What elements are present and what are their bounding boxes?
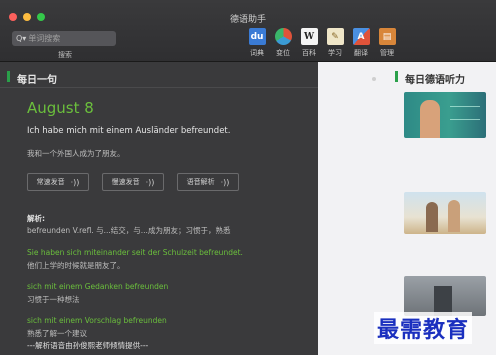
credit-text: ---解析语音由孙俊熙老师倾情提供--- bbox=[27, 341, 149, 350]
search-input[interactable]: Q▾ 单词搜索 bbox=[12, 31, 116, 46]
study-icon: ✎ bbox=[326, 28, 344, 45]
section-marker bbox=[395, 71, 398, 82]
button-label: 常速发音 bbox=[36, 178, 65, 186]
daily-section-title: 每日一句 bbox=[17, 75, 57, 86]
sound-icon: ·)) bbox=[145, 177, 155, 187]
listening-thumbnail[interactable] bbox=[404, 276, 486, 316]
button-label: 慢速发音 bbox=[111, 178, 140, 186]
conjugation-icon bbox=[274, 28, 292, 45]
person-figure bbox=[426, 202, 438, 232]
sentence-german: Ich habe mich mit einem Ausländer befreu… bbox=[27, 126, 231, 136]
toolbar-manage-button[interactable]: ▤ 管理 bbox=[375, 28, 399, 58]
person-figure bbox=[448, 200, 460, 232]
search-placeholder: 单词搜索 bbox=[28, 34, 61, 43]
toolbar-wiki-button[interactable]: W 百科 bbox=[297, 28, 321, 58]
toolbar-label: 学习 bbox=[328, 49, 342, 57]
watermark-logo: 最需教育 bbox=[374, 312, 473, 344]
toolbar-translate-button[interactable]: A 翻译 bbox=[349, 28, 373, 58]
window-title: 德语助手 bbox=[229, 15, 266, 25]
example-chinese: 熟悉了解一个建议 bbox=[27, 329, 87, 338]
normal-speed-audio-button[interactable]: 常速发音 ·)) bbox=[27, 173, 89, 191]
toolbar-label: 词典 bbox=[250, 49, 264, 57]
listening-thumbnail[interactable] bbox=[404, 92, 486, 138]
search-icon: Q▾ bbox=[16, 34, 27, 43]
sound-icon: ·)) bbox=[70, 177, 80, 187]
manage-icon: ▤ bbox=[378, 28, 396, 45]
toolbar-label: 百科 bbox=[302, 49, 316, 57]
analysis-text: befreunden V.refl. 与...结交，与...成为朋友；习惯于，熟… bbox=[27, 226, 231, 235]
toolbar-label: 变位 bbox=[276, 49, 290, 57]
example-chinese: 习惯于一种想法 bbox=[27, 295, 80, 304]
analysis-title: 解析: bbox=[27, 214, 45, 223]
audio-analysis-button[interactable]: 语音解析 ·)) bbox=[177, 173, 239, 191]
app-window: 德语助手 Q▾ 单词搜索 搜索 du 词典 变位 W 百科 ✎ 学习 A 翻译 … bbox=[0, 0, 496, 355]
wikipedia-icon: W bbox=[300, 28, 318, 45]
translate-icon: A bbox=[352, 28, 370, 45]
sentence-date: August 8 bbox=[27, 99, 94, 117]
section-marker bbox=[7, 71, 10, 82]
sound-icon: ·)) bbox=[220, 177, 230, 187]
toolbar-conjugation-button[interactable]: 变位 bbox=[271, 28, 295, 58]
search-label: 搜索 bbox=[58, 51, 72, 59]
toolbar-dictionary-button[interactable]: du 词典 bbox=[245, 28, 269, 58]
separator-dot bbox=[372, 77, 376, 81]
chalkboard-lines bbox=[450, 106, 480, 120]
example-german: sich mit einem Gedanken befreunden bbox=[27, 282, 169, 291]
toolbar-label: 翻译 bbox=[354, 49, 368, 57]
example-chinese: 他们上学的时候就是朋友了。 bbox=[27, 261, 125, 270]
slow-speed-audio-button[interactable]: 慢速发音 ·)) bbox=[102, 173, 164, 191]
example-german: Sie haben sich miteinander seit der Schu… bbox=[27, 248, 243, 257]
example-german: sich mit einem Vorschlag befreunden bbox=[27, 316, 167, 325]
title-bar: 德语助手 Q▾ 单词搜索 搜索 du 词典 变位 W 百科 ✎ 学习 A 翻译 … bbox=[0, 0, 496, 62]
toolbar-study-button[interactable]: ✎ 学习 bbox=[323, 28, 347, 58]
button-label: 语音解析 bbox=[186, 178, 215, 186]
listening-section-title: 每日德语听力 bbox=[405, 75, 465, 86]
dictionary-icon: du bbox=[248, 28, 266, 45]
person-figure bbox=[420, 100, 440, 138]
section-divider bbox=[0, 87, 318, 88]
listening-thumbnail[interactable] bbox=[404, 192, 486, 234]
toolbar-label: 管理 bbox=[380, 49, 394, 57]
sentence-chinese: 我和一个外国人成为了朋友。 bbox=[27, 149, 125, 158]
